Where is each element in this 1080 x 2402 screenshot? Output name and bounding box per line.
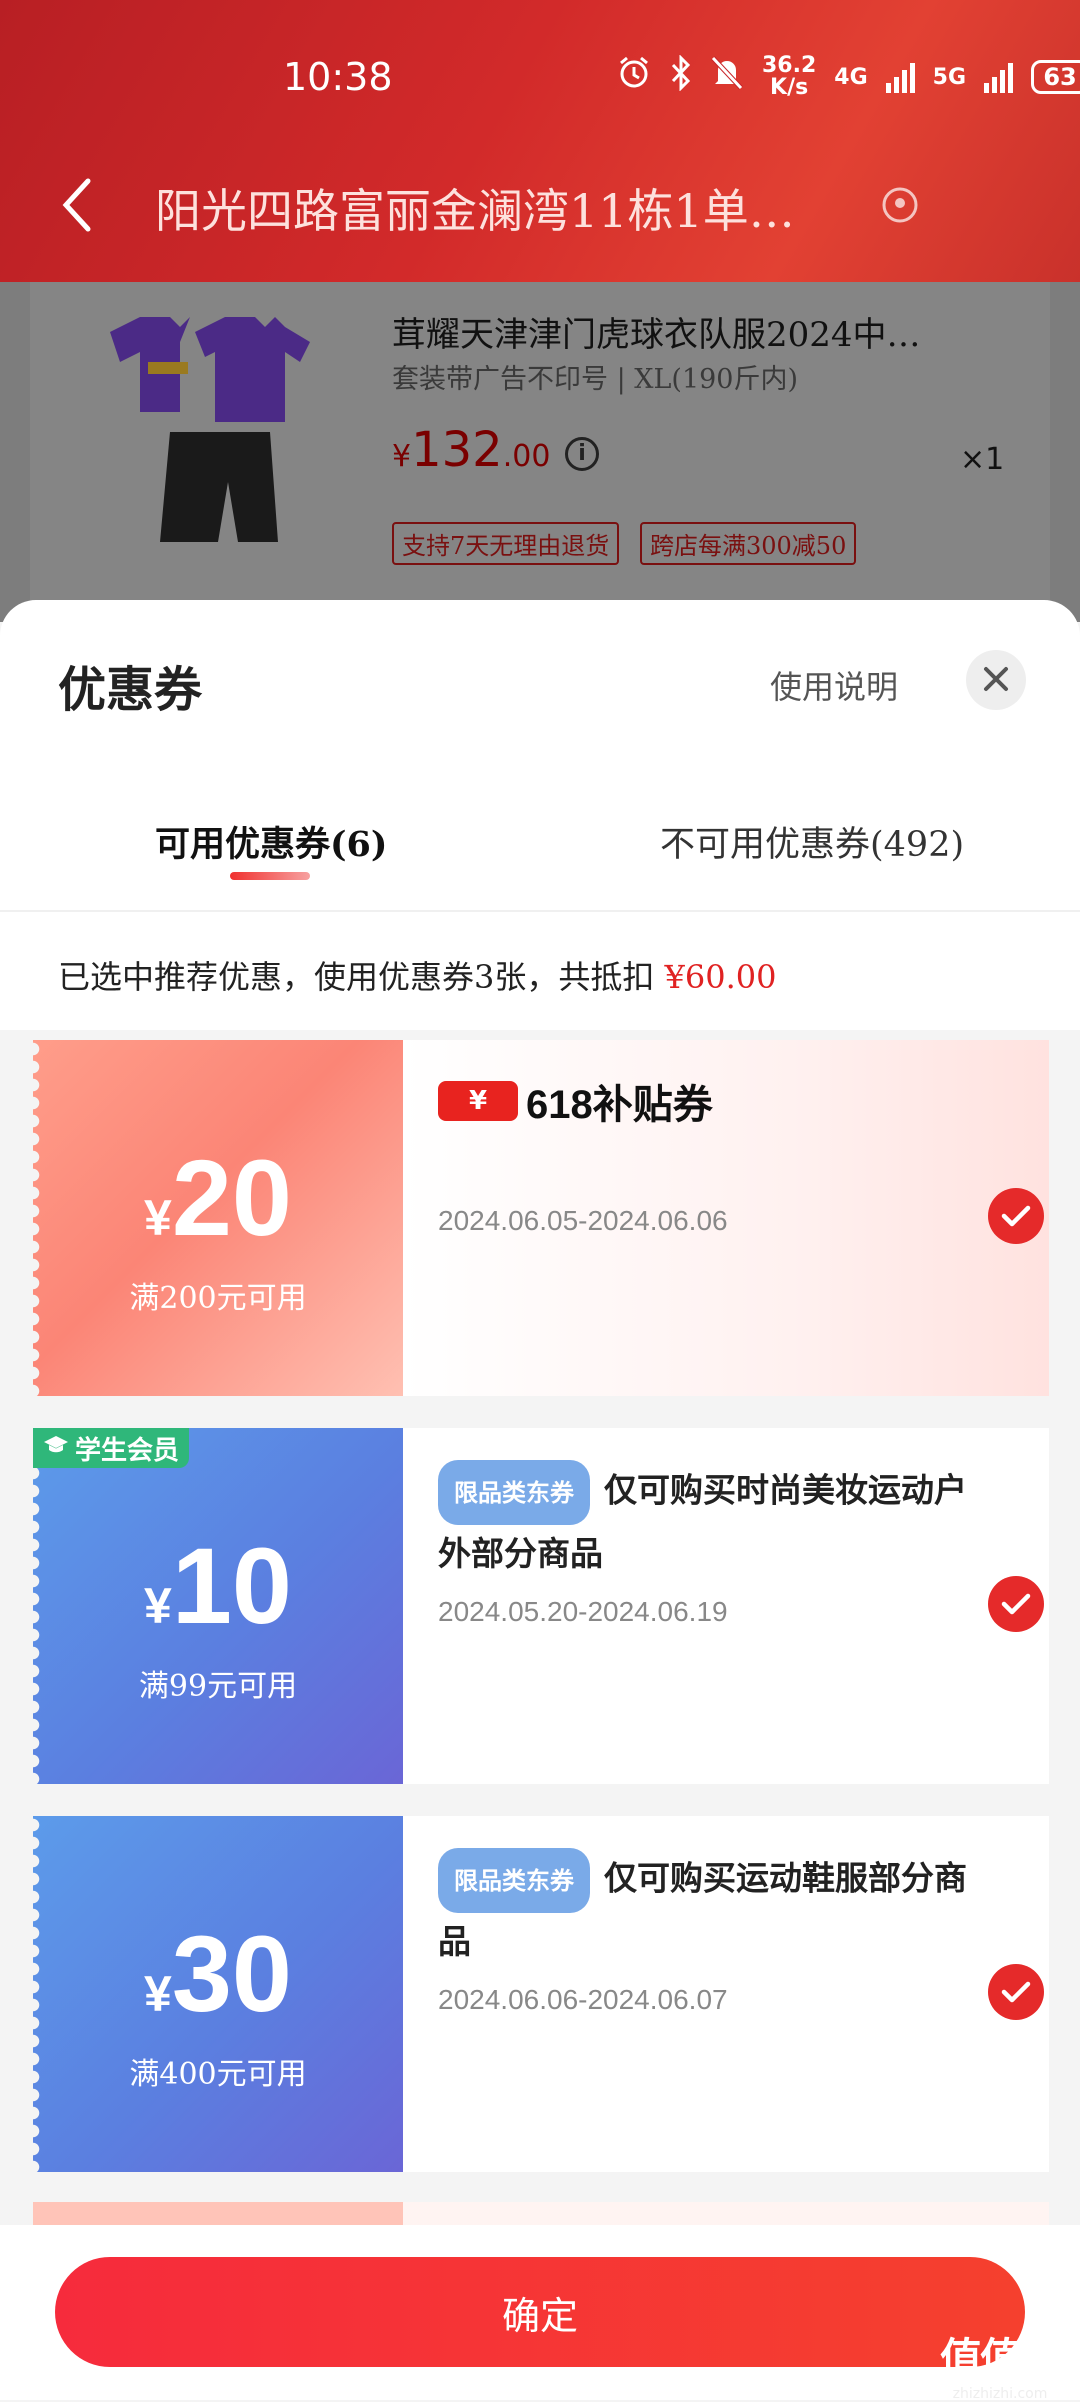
selected-check-icon[interactable]	[988, 1964, 1044, 2020]
product-quantity: ×1	[960, 442, 1005, 477]
tab-unavailable[interactable]: 不可用优惠券(492)	[660, 816, 964, 867]
coupon-name: 618补贴券	[526, 1083, 713, 1127]
watermark-logo: 值值值 zhizhizhi.com	[930, 2325, 1070, 2402]
coupon-amount: ¥20	[33, 1135, 403, 1260]
order-background: 茸耀天津津门虎球衣队服2024中… 套装带广告不印号 | XL(190斤内) ¥…	[0, 282, 1080, 622]
close-icon	[982, 658, 1010, 702]
battery-icon: 63	[1031, 60, 1080, 94]
coupon-detail: ¥ 618补贴券 2024.06.05-2024.06.06	[403, 1040, 1049, 1396]
coupon-date: 2024.06.05-2024.06.06	[438, 1205, 728, 1236]
signal-icon-2	[984, 61, 1014, 93]
discount-summary: 已选中推荐优惠，使用优惠券3张，共抵扣 ¥60.00	[58, 952, 777, 998]
coupon-value-panel: ¥10 满99元可用	[33, 1428, 403, 1784]
coupon-condition: 满400元可用	[129, 2057, 307, 2092]
product-card: 茸耀天津津门虎球衣队服2024中… 套装带广告不印号 | XL(190斤内) ¥…	[30, 282, 1050, 602]
sheet-title: 优惠券	[58, 662, 203, 718]
price-symbol: ¥	[392, 439, 412, 474]
coupon-card[interactable]: ¥10 满99元可用 学生会员 限品类东券 仅可购买时尚美妆运动户外部分商品 20…	[33, 1428, 1049, 1784]
network-5g: 5G	[932, 64, 967, 90]
status-time: 10:38	[283, 55, 393, 99]
coupon-date: 2024.06.06-2024.06.07	[438, 1984, 728, 2015]
graduation-cap-icon	[43, 1433, 69, 1463]
coupon-amount-value: 20	[171, 1137, 292, 1258]
product-title: 茸耀天津津门虎球衣队服2024中…	[392, 315, 921, 355]
delivery-address[interactable]: 阳光四路富丽金澜湾11栋1单…	[155, 175, 875, 241]
coupon-card[interactable]: ¥30 满400元可用 限品类东券 仅可购买运动鞋服部分商品 2024.06.06…	[33, 1816, 1049, 2172]
selected-check-icon[interactable]	[988, 1576, 1044, 1632]
top-header: 10:38 36.2 K/s 4G 5G 63 阳光四路富丽金澜湾11栋1单…	[0, 0, 1080, 282]
product-spec: 套装带广告不印号 | XL(190斤内)	[392, 364, 799, 395]
coupon-detail: 限品类东券 仅可购买运动鞋服部分商品 2024.06.06-2024.06.07	[403, 1816, 1049, 2172]
price-integer: 132	[411, 422, 503, 478]
summary-text: 已选中推荐优惠，使用优惠券3张，共抵扣	[58, 958, 655, 996]
summary-amount: ¥60.00	[664, 958, 777, 996]
sheet-footer: 确定	[0, 2225, 1080, 2400]
coupon-date: 2024.05.20-2024.06.19	[438, 1596, 728, 1627]
usage-help-link[interactable]: 使用说明	[770, 662, 898, 708]
coupon-card[interactable]: ¥20 满200元可用 ¥ 618补贴券 2024.06.05-2024.06.…	[33, 1040, 1049, 1396]
speed-unit: K/s	[770, 75, 809, 100]
nav-bar: 阳光四路富丽金澜湾11栋1单…	[0, 165, 1080, 245]
status-icons: 36.2 K/s 4G 5G 63	[616, 54, 1080, 99]
signal-icon	[885, 61, 915, 93]
watermark-main: 值值值	[939, 2334, 1062, 2383]
info-icon: i	[565, 437, 599, 471]
coupon-amount-value: 10	[171, 1525, 292, 1646]
category-limit-tag: 限品类东券	[438, 1848, 590, 1913]
price-decimal: .00	[502, 439, 551, 474]
coupon-value-panel: ¥20 满200元可用	[33, 1040, 403, 1396]
coupon-currency: ¥	[144, 1190, 172, 1246]
coupon-currency: ¥	[144, 1578, 172, 1634]
selected-check-icon[interactable]	[988, 1188, 1044, 1244]
active-tab-indicator	[230, 872, 310, 880]
alarm-icon	[616, 55, 652, 99]
product-tag-discount: 跨店每满300减50	[640, 522, 857, 565]
mute-icon	[710, 55, 744, 99]
status-bar: 10:38 36.2 K/s 4G 5G 63	[0, 54, 1080, 105]
product-image	[100, 312, 340, 562]
subsidy-badge: ¥	[438, 1081, 518, 1121]
coupon-amount: ¥10	[33, 1523, 403, 1648]
close-button[interactable]	[966, 650, 1026, 710]
coupon-currency: ¥	[144, 1966, 172, 2022]
back-icon[interactable]	[58, 175, 98, 235]
bluetooth-icon	[670, 54, 692, 99]
coupon-condition: 满200元可用	[129, 1281, 307, 1316]
coupon-condition: 满99元可用	[138, 1669, 298, 1704]
coupon-description: 限品类东券 仅可购买时尚美妆运动户外部分商品	[438, 1460, 998, 1582]
confirm-button[interactable]: 确定	[55, 2257, 1025, 2367]
coupon-detail: 限品类东券 仅可购买时尚美妆运动户外部分商品 2024.05.20-2024.06…	[403, 1428, 1049, 1784]
coupon-amount: ¥30	[33, 1911, 403, 2036]
speed-value: 36.2	[762, 53, 817, 78]
student-member-badge: 学生会员	[33, 1428, 190, 1468]
product-tag-return: 支持7天无理由退货	[392, 522, 620, 565]
subsidy-logo: ¥ 618补贴券	[438, 1072, 713, 1130]
product-price: ¥132.00	[392, 422, 550, 478]
coupon-description: 限品类东券 仅可购买运动鞋服部分商品	[438, 1848, 998, 1970]
coupon-tabs: 可用优惠券(6) 不可用优惠券(492)	[0, 800, 1080, 912]
network-4g: 4G	[834, 64, 868, 90]
network-speed: 36.2 K/s	[762, 55, 816, 99]
coupon-amount-value: 30	[171, 1913, 292, 2034]
location-pin-icon	[880, 185, 920, 225]
tab-available[interactable]: 可用优惠券(6)	[155, 816, 387, 867]
member-badge-label: 学生会员	[75, 1435, 180, 1466]
category-limit-tag: 限品类东券	[438, 1460, 590, 1525]
coupon-value-panel: ¥30 满400元可用	[33, 1816, 403, 2172]
